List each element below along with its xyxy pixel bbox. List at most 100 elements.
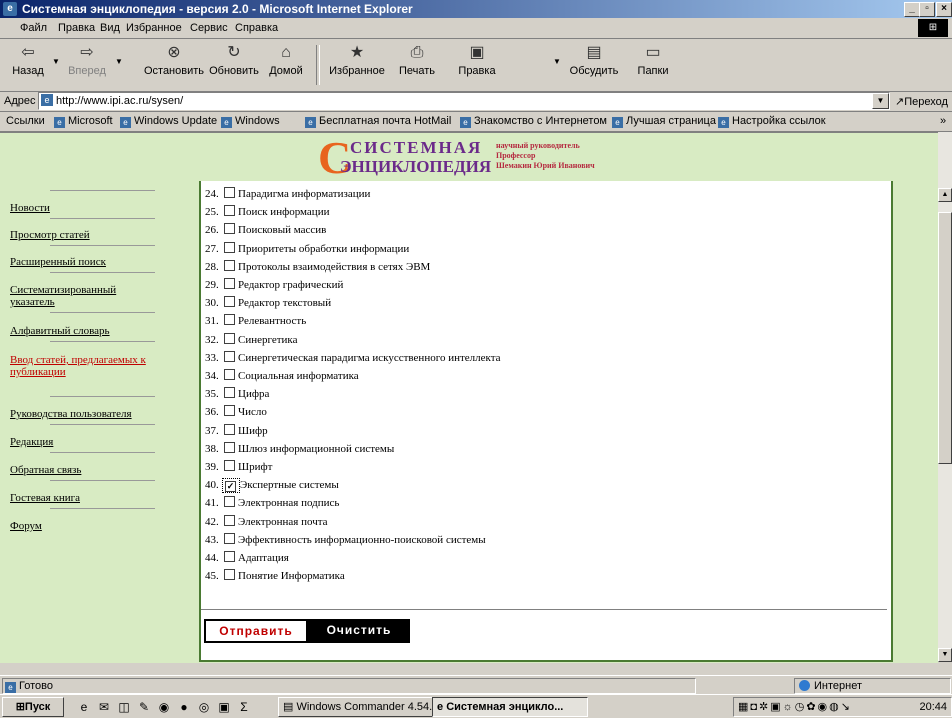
desktop-quicklaunch-icon[interactable]: ▣ [216, 699, 232, 715]
item-number: 30. [205, 297, 219, 310]
start-button[interactable]: ⊞Пуск [2, 697, 64, 717]
item-label: Шифр [238, 424, 268, 437]
vertical-scrollbar[interactable]: ▲ ▼ [938, 132, 952, 662]
nav-browse-articles[interactable]: Просмотр статей [10, 229, 155, 241]
item-checkbox[interactable] [224, 314, 235, 326]
task-encyclopedia[interactable]: e Системная энцикло... [432, 697, 588, 717]
item-number: 41. [205, 497, 219, 510]
item-checkbox[interactable] [224, 259, 235, 271]
home-button[interactable]: ⌂ Домой [264, 43, 308, 87]
nav-editorial[interactable]: Редакция [10, 436, 155, 448]
menu-view[interactable]: Вид [100, 22, 120, 34]
item-number: 27. [205, 242, 219, 255]
item-checkbox[interactable] [224, 241, 235, 253]
nav-alphabetical-dictionary[interactable]: Алфавитный словарь [10, 325, 155, 337]
item-checkbox[interactable] [224, 278, 235, 289]
media-quicklaunch-icon[interactable]: ◉ [156, 699, 172, 715]
status-bar: e Готово Интернет [0, 675, 952, 694]
link-hotmail[interactable]: e Бесплатная почта HotMail [305, 115, 451, 128]
item-checkbox[interactable] [224, 551, 235, 562]
nav-advanced-search[interactable]: Расширенный поиск [10, 256, 155, 268]
page-icon: e [305, 117, 316, 128]
item-checkbox[interactable] [224, 496, 235, 508]
task-windows-commander[interactable]: ▤ Windows Commander 4.54... [278, 697, 434, 717]
link-microsoft[interactable]: e Microsoft [54, 115, 113, 128]
tray-icons[interactable]: ▦◘✲▣☼◷✿◉◍↘ [738, 698, 852, 716]
nav-forum[interactable]: Форум [10, 520, 155, 532]
minimize-button[interactable]: _ [904, 2, 920, 17]
item-checkbox[interactable] [224, 205, 235, 217]
links-bar: Ссылки e Microsoft e Windows Update e Windo… [0, 112, 952, 132]
link-customize[interactable]: e Настройка ссылок [718, 115, 826, 128]
page-icon: e [612, 117, 623, 128]
maximize-button[interactable]: ▫ [919, 2, 935, 17]
item-label: Приоритеты обработки информации [238, 242, 410, 255]
edit-dropdown-icon[interactable]: ▼ [553, 57, 561, 66]
address-input[interactable]: e http://www.ipi.ac.ru/sysen/ [38, 92, 890, 110]
forward-button[interactable]: ⇨ Вперед [62, 43, 112, 87]
scroll-up-arrow-icon[interactable]: ▲ [938, 188, 952, 202]
paint-quicklaunch-icon[interactable]: ✎ [136, 699, 152, 715]
scrollbar-thumb[interactable] [938, 212, 952, 464]
stop-button[interactable]: ⊗ Остановить [140, 43, 208, 87]
menu-favorites[interactable]: Избранное [126, 22, 182, 34]
item-checkbox[interactable]: ✓ [225, 481, 236, 493]
item-checkbox[interactable] [224, 460, 235, 471]
close-button[interactable]: × [936, 2, 952, 17]
sum-quicklaunch-icon[interactable]: Σ [236, 699, 252, 715]
item-number: 34. [205, 370, 219, 382]
item-checkbox[interactable] [224, 350, 235, 362]
item-checkbox[interactable] [224, 514, 235, 526]
item-label: Шрифт [238, 461, 273, 473]
nav-feedback[interactable]: Обратная связь [10, 464, 155, 476]
forward-dropdown-icon[interactable]: ▼ [115, 57, 123, 66]
refresh-button[interactable]: ↻ Обновить [206, 43, 262, 87]
clear-button[interactable]: Очистить [308, 619, 410, 643]
item-checkbox[interactable] [224, 423, 235, 435]
explorer-quicklaunch-icon[interactable]: ◫ [116, 699, 132, 715]
item-number: 32. [205, 333, 219, 346]
item-checkbox[interactable] [224, 332, 235, 344]
nav-guestbook[interactable]: Гостевая книга [10, 492, 155, 504]
item-checkbox[interactable] [224, 405, 235, 417]
print-button[interactable]: ⎙ Печать [394, 43, 440, 87]
link-windows[interactable]: e Windows [221, 115, 280, 128]
chevron-right-icon[interactable]: » [940, 115, 946, 127]
menu-edit[interactable]: Правка [58, 22, 95, 34]
go-button[interactable]: ↗Переход [895, 95, 948, 108]
player-quicklaunch-icon[interactable]: ● [176, 699, 192, 715]
nav-systematic-index[interactable]: Систематизированный указатель [10, 284, 155, 308]
network-quicklaunch-icon[interactable]: ◎ [196, 699, 212, 715]
item-checkbox[interactable] [224, 223, 235, 235]
link-intro[interactable]: e Знакомство с Интернетом [460, 115, 607, 128]
favorites-button[interactable]: ★ Избранное [326, 43, 388, 87]
item-checkbox[interactable] [224, 569, 235, 581]
checklist-item: 27. Приоритеты обработки информации [205, 241, 410, 255]
back-dropdown-icon[interactable]: ▼ [52, 57, 60, 66]
checklist-item: 44. Адаптация [205, 551, 289, 564]
item-checkbox[interactable] [224, 441, 235, 453]
item-checkbox[interactable] [224, 532, 235, 544]
outlook-quicklaunch-icon[interactable]: ✉ [96, 699, 112, 715]
menu-file[interactable]: Файл [20, 22, 47, 34]
item-checkbox[interactable] [224, 369, 235, 380]
send-button[interactable]: Отправить [204, 619, 308, 643]
link-best-page[interactable]: e Лучшая страница [612, 115, 716, 128]
scroll-down-arrow-icon[interactable]: ▼ [938, 648, 952, 662]
item-checkbox[interactable] [224, 187, 235, 198]
back-button[interactable]: ⇦ Назад [8, 43, 48, 87]
folders-button[interactable]: ▭ Папки [630, 43, 676, 87]
nav-user-guides[interactable]: Руководства пользователя [10, 408, 155, 420]
discuss-button[interactable]: ▤ Обсудить [566, 43, 622, 87]
nav-news[interactable]: Новости [10, 202, 155, 214]
ie-quicklaunch-icon[interactable]: e [76, 699, 92, 715]
item-checkbox[interactable] [224, 387, 235, 399]
menu-tools[interactable]: Сервис [190, 22, 228, 34]
nav-submit-articles[interactable]: Ввод статей, предлагаемых к публикации [10, 354, 155, 378]
address-dropdown-icon[interactable]: ▼ [872, 93, 889, 109]
title-bar: e Системная энциклопедия - версия 2.0 - … [0, 0, 952, 18]
link-windows-update[interactable]: e Windows Update [120, 115, 217, 128]
item-checkbox[interactable] [224, 296, 235, 308]
menu-help[interactable]: Справка [235, 22, 278, 34]
edit-button[interactable]: ▣ Правка [452, 43, 502, 87]
